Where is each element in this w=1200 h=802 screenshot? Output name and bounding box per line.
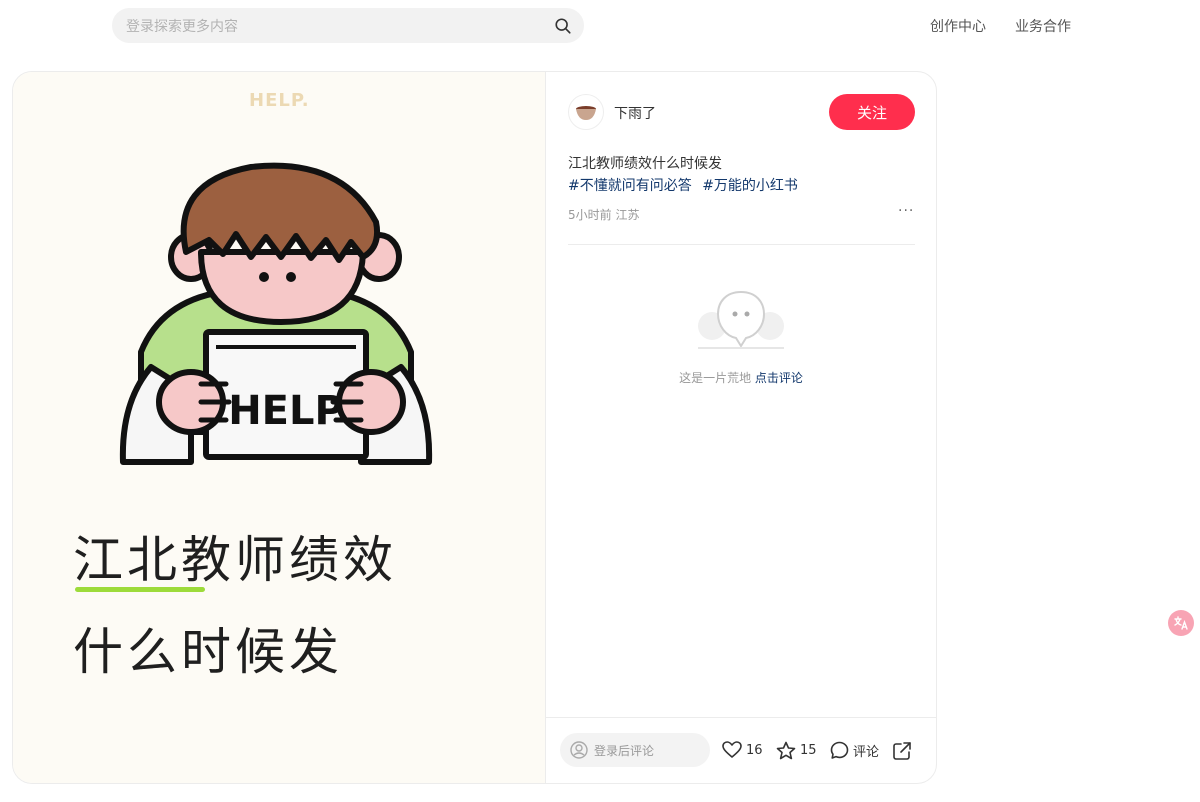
image-small-help: HELP.	[249, 90, 310, 111]
translate-floating-button[interactable]	[1168, 610, 1194, 636]
note-meta: 5小时前 江苏	[568, 208, 640, 222]
like-button[interactable]: 16	[722, 741, 763, 759]
bowl-avatar-icon	[576, 106, 596, 120]
comment-bubble-icon	[830, 741, 849, 759]
more-options-icon[interactable]: ···	[898, 203, 914, 219]
comment-input[interactable]: 登录后评论	[560, 733, 710, 767]
nav-creator-center[interactable]: 创作中心	[930, 16, 986, 36]
nav-business[interactable]: 业务合作	[1015, 16, 1071, 36]
tag-link[interactable]: #不懂就问有问必答	[568, 178, 692, 194]
image-text-line-2: 什么时候发	[73, 623, 343, 681]
tag-link[interactable]: #万能的小红书	[702, 178, 798, 194]
engagement-bar: 登录后评论 16 15 评论	[546, 717, 936, 783]
boy-holding-sign-illustration: HELP	[119, 162, 433, 465]
sign-text: HELP	[228, 388, 344, 434]
tag-list: #不懂就问有问必答 #万能的小红书	[568, 175, 804, 195]
note-image[interactable]: HELP. HELP 江北教师绩效 什么时候发	[13, 72, 546, 783]
star-icon	[776, 741, 796, 760]
like-count: 16	[746, 742, 763, 758]
share-icon	[893, 742, 911, 760]
comment-button[interactable]: 评论	[830, 741, 879, 760]
note-card: HELP. HELP 江北教师绩效 什么时候发 下雨了 关注 江北教师绩效什么时…	[12, 71, 937, 784]
note-title: 江北教师绩效什么时候发	[568, 156, 722, 172]
search-bar[interactable]: 登录探索更多内容	[112, 8, 584, 43]
image-text-line-1: 江北教师绩效	[73, 531, 397, 589]
author-name[interactable]: 下雨了	[614, 103, 656, 123]
collect-count: 15	[800, 743, 817, 758]
highlight-underline	[75, 587, 205, 592]
collect-button[interactable]: 15	[776, 741, 817, 760]
comment-label: 评论	[853, 745, 880, 760]
divider	[568, 244, 915, 245]
empty-comment-icon	[698, 290, 784, 349]
note-detail-panel: 下雨了 关注 江北教师绩效什么时候发 #不懂就问有问必答 #万能的小红书 5小时…	[546, 72, 936, 783]
comment-placeholder: 登录后评论	[594, 743, 655, 758]
share-button[interactable]	[892, 741, 912, 761]
empty-comments-message: 这是一片荒地 点击评论	[546, 369, 936, 386]
follow-button[interactable]: 关注	[829, 94, 915, 130]
avatar[interactable]	[568, 94, 604, 130]
user-icon	[570, 741, 588, 759]
translate-icon	[1174, 616, 1188, 630]
search-input[interactable]: 登录探索更多内容	[126, 16, 554, 36]
search-icon[interactable]	[554, 17, 572, 35]
click-to-comment-link[interactable]: 点击评论	[755, 371, 803, 385]
empty-text: 这是一片荒地	[679, 371, 752, 385]
heart-icon	[722, 741, 742, 758]
